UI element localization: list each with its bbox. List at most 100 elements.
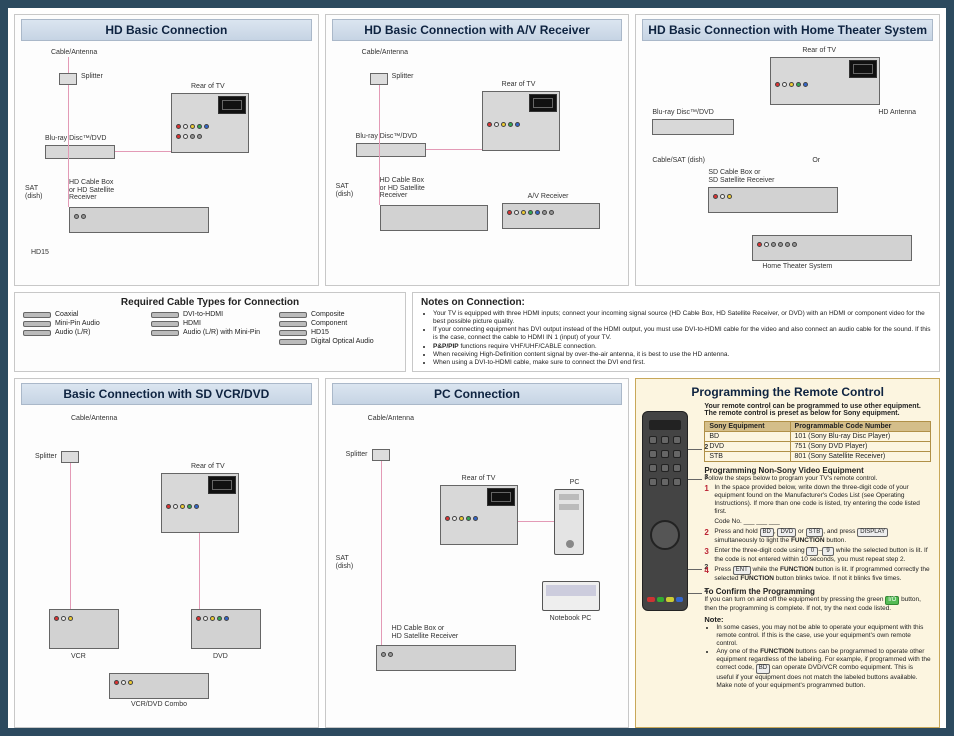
table-row: DVD751 (Sony DVD Player) [705, 442, 931, 452]
notes-title: Notes on Connection: [421, 297, 931, 308]
cable-composite: Composite [279, 311, 397, 318]
label-av-receiver: A/V Receiver [528, 193, 569, 201]
rear-of-tv-panel [770, 57, 880, 105]
label-splitter: Splitter [81, 73, 103, 81]
label-hd-antenna: HD Antenna [878, 109, 916, 117]
label-bluray: Blu-ray Disc™/DVD [356, 133, 417, 141]
panel-title: HD Basic Connection with A/V Receiver [332, 19, 623, 41]
power-button-icon: I/O [885, 596, 899, 605]
label-rear-of-tv: Rear of TV [462, 475, 496, 483]
confirm-title: To Confirm the Programming [704, 587, 931, 596]
label-hd15: HD15 [31, 249, 49, 257]
panel-required-cables: Required Cable Types for Connection Coax… [14, 292, 406, 372]
label-bluray: Blu-ray Disc™/DVD [45, 135, 106, 143]
bluray-device [45, 145, 115, 159]
label-cablebox: HD Cable Box or HD Satellite Receiver [392, 625, 459, 640]
label-cablebox: HD Cable Box or HD Satellite Receiver [69, 179, 114, 202]
rear-of-tv-panel [171, 93, 249, 153]
hd-cable-box [376, 645, 516, 671]
splitter-icon [59, 73, 77, 85]
note-item: Any one of the FUNCTION buttons can be p… [716, 648, 931, 690]
panel-programming-remote: Programming the Remote Control Your remo… [635, 378, 940, 728]
leader-line [688, 449, 702, 450]
hdmi-arc-icon [218, 96, 246, 114]
leader-line [688, 593, 702, 594]
diagram-hd-hts: Rear of TV HD Antenna Blu-ray Disc™/DVD … [642, 45, 933, 279]
label-sat: SAT (dish) [25, 185, 43, 200]
hdmi-arc-icon [529, 94, 557, 112]
panel-title: HD Basic Connection with Home Theater Sy… [642, 19, 933, 41]
cable-component: Component [279, 320, 397, 327]
programming-title: Programming the Remote Control [644, 385, 931, 399]
leader-number: 2 [704, 444, 708, 451]
note-item: In some cases, you may not be able to op… [716, 624, 931, 648]
table-header: Programmable Code Number [790, 422, 930, 432]
remote-control-illustration [642, 411, 688, 611]
note-item: When receiving High-Definition content s… [433, 351, 931, 359]
bluray-device [356, 143, 426, 157]
label-vcr: VCR [71, 653, 86, 661]
label-cable-antenna: Cable/Antenna [51, 49, 97, 57]
step-4: 4Press ENT while the FUNCTION button is … [704, 566, 931, 583]
hdmi-arc-icon [208, 476, 236, 494]
cable-icon [151, 321, 179, 327]
cable-icon [279, 312, 307, 318]
diagram-pc: Cable/Antenna Splitter Rear of TV SAT (d… [332, 409, 623, 721]
label-splitter: Splitter [346, 451, 368, 459]
dvd-device [191, 609, 261, 649]
leader-number: 4 [704, 588, 708, 595]
diagram-hd-basic: Cable/Antenna Splitter Rear of TV Blu-ra… [21, 45, 312, 279]
label-rear-of-tv: Rear of TV [502, 81, 536, 89]
panel-hd-avr: HD Basic Connection with A/V Receiver Ca… [325, 14, 630, 286]
splitter-icon [372, 449, 390, 461]
cable-dvi-hdmi: DVI-to-HDMI [151, 311, 269, 318]
cable-hdmi: HDMI [151, 320, 269, 327]
home-theater-system [752, 235, 912, 261]
label-dvd: DVD [213, 653, 228, 661]
cable-coaxial: Coaxial [23, 311, 141, 318]
label-splitter: Splitter [35, 453, 57, 461]
leader-number: 3 [704, 474, 708, 481]
programming-nonsony-title: Programming Non-Sony Video Equipment [704, 466, 931, 475]
hd-cable-box [380, 205, 488, 231]
label-pc: PC [570, 479, 580, 487]
programming-nonsony-intro: Follow the steps below to program your T… [704, 475, 931, 482]
note-heading: Note: [704, 615, 931, 624]
label-rear-of-tv: Rear of TV [802, 47, 836, 55]
pc-tower [554, 489, 584, 555]
panel-pc-connection: PC Connection Cable/Antenna Splitter Rea… [325, 378, 630, 728]
cable-hd15: HD15 [279, 329, 397, 336]
step-2: 2Press and hold BD, DVD or STB, and pres… [704, 528, 931, 545]
hd-cable-box [69, 207, 209, 233]
vcr-dvd-combo [109, 673, 209, 699]
bluray-device [652, 119, 734, 135]
splitter-icon [370, 73, 388, 85]
label-or: Or [812, 157, 820, 165]
panel-title: PC Connection [332, 383, 623, 405]
label-combo: VCR/DVD Combo [131, 701, 187, 709]
label-notebook: Notebook PC [550, 615, 592, 623]
label-sat: SAT (dish) [336, 183, 354, 198]
code-blank-line: Code No. ___ ___ ___ [714, 518, 931, 526]
vcr-device [49, 609, 119, 649]
panel-hd-hts: HD Basic Connection with Home Theater Sy… [635, 14, 940, 286]
table-header: Sony Equipment [705, 422, 790, 432]
label-splitter: Splitter [392, 73, 414, 81]
cable-list: Coaxial DVI-to-HDMI Composite Mini-Pin A… [23, 311, 397, 345]
step-3: 3Enter the three-digit code using 0–9 wh… [704, 547, 931, 564]
hdmi-arc-icon [849, 60, 877, 78]
cable-icon [151, 312, 179, 318]
cable-icon [151, 330, 179, 336]
cable-digital-optical: Digital Optical Audio [279, 338, 397, 345]
cable-audio-lr: Audio (L/R) [23, 329, 141, 336]
panel-title: HD Basic Connection [21, 19, 312, 41]
panel-sd-vcr-dvd: Basic Connection with SD VCR/DVD Cable/A… [14, 378, 319, 728]
cable-icon [279, 339, 307, 345]
panel-hd-basic: HD Basic Connection Cable/Antenna Splitt… [14, 14, 319, 286]
note-item: When using a DVI-to-HDMI cable, make sur… [433, 359, 931, 367]
codes-table: Sony EquipmentProgrammable Code Number B… [704, 421, 931, 462]
splitter-icon [61, 451, 79, 463]
notebook-pc [542, 581, 600, 611]
diagram-hd-avr: Cable/Antenna Splitter Rear of TV Blu-ra… [332, 45, 623, 279]
note-item: If your connecting equipment has DVI out… [433, 326, 931, 342]
